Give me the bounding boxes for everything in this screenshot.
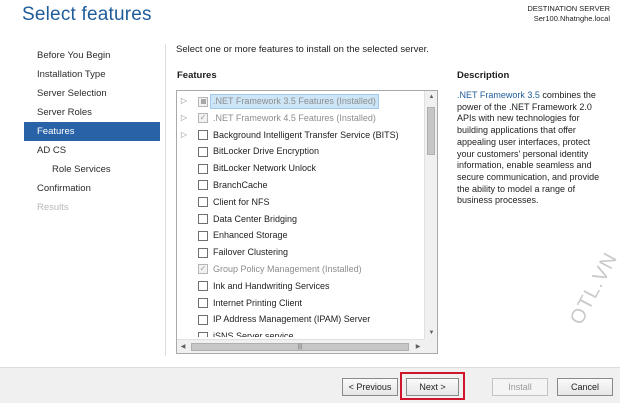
feature-checkbox[interactable] xyxy=(198,130,208,141)
vertical-scroll-thumb[interactable] xyxy=(427,107,435,155)
feature-label: Background Intelligent Transfer Service … xyxy=(213,129,399,140)
feature-row[interactable]: BitLocker Network Unlock xyxy=(177,160,423,177)
watermark-text: OTL.VN xyxy=(566,248,620,329)
feature-label: Group Policy Management (Installed) xyxy=(213,263,362,274)
feature-row[interactable]: ✓ Group Policy Management (Installed) xyxy=(177,261,423,278)
destination-server-info: DESTINATION SERVER Ser100.Nhatnghe.local xyxy=(527,4,610,24)
nav-item-features[interactable]: Features xyxy=(24,122,160,141)
horizontal-scroll-thumb[interactable]: ||| xyxy=(191,343,409,351)
feature-label: iSNS Server service xyxy=(213,331,294,337)
nav-item-before-you-begin[interactable]: Before You Begin xyxy=(24,46,160,65)
feature-row[interactable]: ▷ ✓ .NET Framework 4.5 Features (Installed… xyxy=(177,110,423,127)
features-heading: Features xyxy=(177,70,217,81)
scroll-up-icon[interactable]: ▲ xyxy=(425,91,437,103)
feature-label: IP Address Management (IPAM) Server xyxy=(213,314,371,325)
feature-checkbox[interactable] xyxy=(198,214,208,225)
description-heading: Description xyxy=(457,70,510,81)
scroll-down-icon[interactable]: ▼ xyxy=(425,327,437,339)
horizontal-scrollbar[interactable]: ◀ ||| ▶ xyxy=(177,339,424,353)
feature-row[interactable]: Data Center Bridging xyxy=(177,211,423,228)
feature-label: .NET Framework 4.5 Features (Installed) xyxy=(213,112,376,123)
wizard-nav: Before You Begin Installation Type Serve… xyxy=(24,46,160,217)
nav-item-server-selection[interactable]: Server Selection xyxy=(24,84,160,103)
feature-row[interactable]: Enhanced Storage xyxy=(177,227,423,244)
description-text: combines the power of the .NET Framework… xyxy=(457,90,600,206)
destination-label: DESTINATION SERVER xyxy=(527,4,610,13)
nav-item-results: Results xyxy=(37,202,69,213)
expand-arrow-icon[interactable]: ▷ xyxy=(180,93,188,110)
feature-label: Ink and Handwriting Services xyxy=(213,280,330,291)
feature-checkbox xyxy=(198,96,208,107)
expand-arrow-icon[interactable]: ▷ xyxy=(180,110,188,127)
feature-row[interactable]: Ink and Handwriting Services xyxy=(177,278,423,295)
feature-checkbox: ✓ xyxy=(198,113,208,124)
feature-description: .NET Framework 3.5 combines the power of… xyxy=(457,90,607,207)
feature-checkbox: ✓ xyxy=(198,264,208,275)
nav-item-ad-cs[interactable]: AD CS xyxy=(24,141,160,160)
vertical-scrollbar[interactable]: ▲ ▼ xyxy=(424,91,437,339)
nav-item-installation-type[interactable]: Installation Type xyxy=(24,65,160,84)
feature-label: .NET Framework 3.5 Features (Installed) xyxy=(210,94,379,109)
feature-checkbox[interactable] xyxy=(198,331,208,337)
feature-label: BitLocker Drive Encryption xyxy=(213,146,320,157)
feature-row[interactable]: IP Address Management (IPAM) Server xyxy=(177,311,423,328)
feature-row[interactable]: BranchCache xyxy=(177,177,423,194)
feature-label: Client for NFS xyxy=(213,196,270,207)
description-feature-name[interactable]: .NET Framework 3.5 xyxy=(457,90,540,100)
feature-row[interactable]: ▷ Background Intelligent Transfer Service… xyxy=(177,127,423,144)
scroll-left-icon[interactable]: ◀ xyxy=(177,340,189,353)
feature-checkbox[interactable] xyxy=(198,146,208,157)
feature-label: Data Center Bridging xyxy=(213,213,298,224)
feature-row[interactable]: Client for NFS xyxy=(177,194,423,211)
previous-button[interactable]: < Previous xyxy=(342,378,398,396)
nav-item-confirmation[interactable]: Confirmation xyxy=(24,179,160,198)
feature-row[interactable]: Failover Clustering xyxy=(177,244,423,261)
feature-row[interactable]: BitLocker Drive Encryption xyxy=(177,143,423,160)
nav-item-role-services[interactable]: Role Services xyxy=(24,160,160,179)
features-list: ▷ .NET Framework 3.5 Features (Installed)… xyxy=(177,93,423,337)
feature-label: Internet Printing Client xyxy=(213,297,303,308)
feature-label: BitLocker Network Unlock xyxy=(213,163,317,174)
scroll-right-icon[interactable]: ▶ xyxy=(412,340,424,353)
nav-item-server-roles[interactable]: Server Roles xyxy=(24,103,160,122)
feature-checkbox[interactable] xyxy=(198,281,208,292)
install-button: Install xyxy=(492,378,548,396)
page-title: Select features xyxy=(22,4,152,25)
next-button-highlight xyxy=(400,372,465,400)
expand-arrow-icon[interactable]: ▷ xyxy=(180,127,188,144)
feature-checkbox[interactable] xyxy=(198,314,208,325)
feature-checkbox[interactable] xyxy=(198,298,208,309)
feature-checkbox[interactable] xyxy=(198,230,208,241)
feature-checkbox[interactable] xyxy=(198,180,208,191)
feature-checkbox[interactable] xyxy=(198,247,208,258)
feature-checkbox[interactable] xyxy=(198,197,208,208)
feature-checkbox[interactable] xyxy=(198,163,208,174)
features-tree[interactable]: ▷ .NET Framework 3.5 Features (Installed)… xyxy=(176,90,438,354)
feature-row[interactable]: ▷ .NET Framework 3.5 Features (Installed) xyxy=(177,93,423,110)
feature-row[interactable]: Internet Printing Client xyxy=(177,295,423,312)
cancel-button[interactable]: Cancel xyxy=(557,378,613,396)
instructions-text: Select one or more features to install o… xyxy=(176,44,429,55)
destination-server-name: Ser100.Nhatnghe.local xyxy=(533,14,610,23)
feature-label: BranchCache xyxy=(213,179,268,190)
feature-label: Enhanced Storage xyxy=(213,230,288,241)
nav-divider xyxy=(165,44,166,356)
feature-label: Failover Clustering xyxy=(213,247,289,258)
feature-row[interactable]: iSNS Server service xyxy=(177,328,423,337)
scrollbar-corner xyxy=(424,339,437,353)
